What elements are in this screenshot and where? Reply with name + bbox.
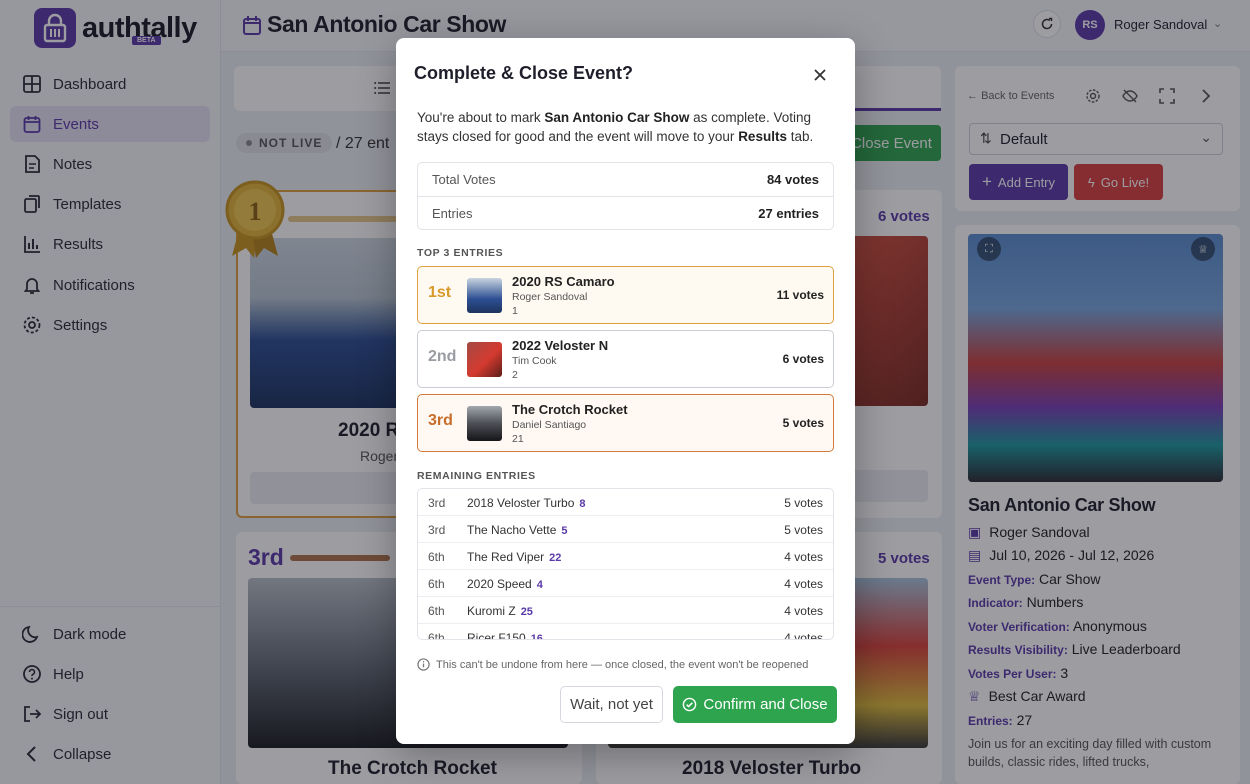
info-icon xyxy=(417,658,430,671)
entry-name-cell: 2018 Veloster Turbo 8 xyxy=(467,496,586,510)
stat-total-votes: Total Votes 84 votes xyxy=(418,163,833,196)
desc-text: tab. xyxy=(786,129,814,144)
entry-place: 6th xyxy=(428,631,445,640)
list-item: 6th 2020 Speed 4 4 votes xyxy=(418,570,833,597)
entry-votes: 6 votes xyxy=(782,352,824,366)
entry-name: 2022 Veloster N xyxy=(512,338,609,353)
stat-value: 27 entries xyxy=(758,205,819,221)
warning-text: This can't be undone from here — once cl… xyxy=(436,658,809,671)
entry-name: The Nacho Vette xyxy=(467,523,557,537)
entry-votes: 4 votes xyxy=(784,577,823,591)
entry-number: 1 xyxy=(512,305,518,317)
cancel-button[interactable]: Wait, not yet xyxy=(560,686,663,723)
entry-number: 8 xyxy=(579,498,586,510)
entry-number: 16 xyxy=(530,633,543,640)
entry-votes: 5 votes xyxy=(782,416,824,430)
list-item: 6th Ricer F150 16 4 votes xyxy=(418,624,833,640)
entry-name-cell: 2020 Speed 4 xyxy=(467,577,543,591)
close-event-dialog: Complete & Close Event? You're about to … xyxy=(396,38,855,744)
top-entry-second: 2nd 2022 Veloster N Tim Cook 2 6 votes xyxy=(417,330,834,388)
entry-number: 5 xyxy=(561,525,568,537)
entry-name: 2020 Speed xyxy=(467,577,532,591)
dialog-description: You're about to mark San Antonio Car Sho… xyxy=(417,108,837,146)
entry-votes: 5 votes xyxy=(784,523,823,537)
entry-place: 6th xyxy=(428,550,445,564)
entry-number: 25 xyxy=(520,606,533,618)
desc-event-name: San Antonio Car Show xyxy=(544,110,690,125)
stat-entries: Entries 27 entries xyxy=(418,196,833,229)
entry-votes: 4 votes xyxy=(784,550,823,564)
entry-place: 6th xyxy=(428,577,445,591)
entry-name-cell: Ricer F150 16 xyxy=(467,631,543,640)
entry-name-cell: The Nacho Vette 5 xyxy=(467,523,568,537)
entry-number: 22 xyxy=(549,552,562,564)
entry-name-cell: The Red Viper 22 xyxy=(467,550,561,564)
entry-name: Ricer F150 xyxy=(467,631,526,640)
list-item: 3rd The Nacho Vette 5 5 votes xyxy=(418,516,833,543)
entry-name: The Red Viper xyxy=(467,550,545,564)
check-circle-icon xyxy=(683,697,697,712)
entry-owner: Daniel Santiago xyxy=(512,419,587,431)
confirm-close-button[interactable]: Confirm and Close xyxy=(673,686,837,723)
top-entries-heading: TOP 3 ENTRIES xyxy=(417,247,504,259)
entry-number: 21 xyxy=(512,433,524,445)
dialog-title: Complete & Close Event? xyxy=(414,63,634,83)
entry-name: 2020 RS Camaro xyxy=(512,274,615,289)
entry-thumbnail xyxy=(467,342,502,377)
vote-summary: Total Votes 84 votes Entries 27 entries xyxy=(417,162,834,230)
entry-place: 6th xyxy=(428,604,445,618)
entry-votes: 11 votes xyxy=(776,288,824,302)
stat-value: 84 votes xyxy=(766,172,819,187)
entry-owner: Tim Cook xyxy=(512,355,557,367)
remaining-entries-list[interactable]: 3rd 2018 Veloster Turbo 8 5 votes 3rd The Na… xyxy=(417,488,834,640)
entry-name: Kuromi Z xyxy=(467,604,516,618)
desc-text: You're about to mark xyxy=(417,110,545,125)
entry-place: 3rd xyxy=(428,412,453,429)
stat-label: Entries xyxy=(432,205,473,221)
entry-place: 1st xyxy=(428,284,452,301)
entry-owner: Roger Sandoval xyxy=(512,291,588,303)
entry-name-cell: Kuromi Z 25 xyxy=(467,604,533,618)
top-entry-third: 3rd The Crotch Rocket Daniel Santiago 21… xyxy=(417,394,834,452)
entry-number: 2 xyxy=(512,369,518,381)
close-icon[interactable] xyxy=(810,65,830,85)
entry-votes: 5 votes xyxy=(784,496,823,510)
entry-number: 4 xyxy=(536,579,543,591)
entry-votes: 4 votes xyxy=(784,604,823,618)
entry-votes: 4 votes xyxy=(784,631,823,640)
remaining-entries-heading: REMAINING ENTRIES xyxy=(417,470,536,482)
top-entry-first: 1st 2020 RS Camaro Roger Sandoval 1 11 v… xyxy=(417,266,834,324)
list-item: 6th The Red Viper 22 4 votes xyxy=(418,543,833,570)
entry-thumbnail xyxy=(467,406,502,441)
entry-place: 3rd xyxy=(428,523,446,537)
list-item: 3rd 2018 Veloster Turbo 8 5 votes xyxy=(418,489,833,516)
entry-name: 2018 Veloster Turbo xyxy=(467,496,575,510)
irreversible-warning: This can't be undone from here — once cl… xyxy=(417,658,808,671)
entry-name: The Crotch Rocket xyxy=(512,402,628,417)
entry-place: 3rd xyxy=(428,496,446,510)
stat-label: Total Votes xyxy=(432,172,496,187)
entry-thumbnail xyxy=(467,278,502,313)
entry-place: 2nd xyxy=(428,348,457,365)
list-item: 6th Kuromi Z 25 4 votes xyxy=(418,597,833,624)
desc-tab-name: Results xyxy=(738,129,787,144)
confirm-label: Confirm and Close xyxy=(703,696,828,713)
